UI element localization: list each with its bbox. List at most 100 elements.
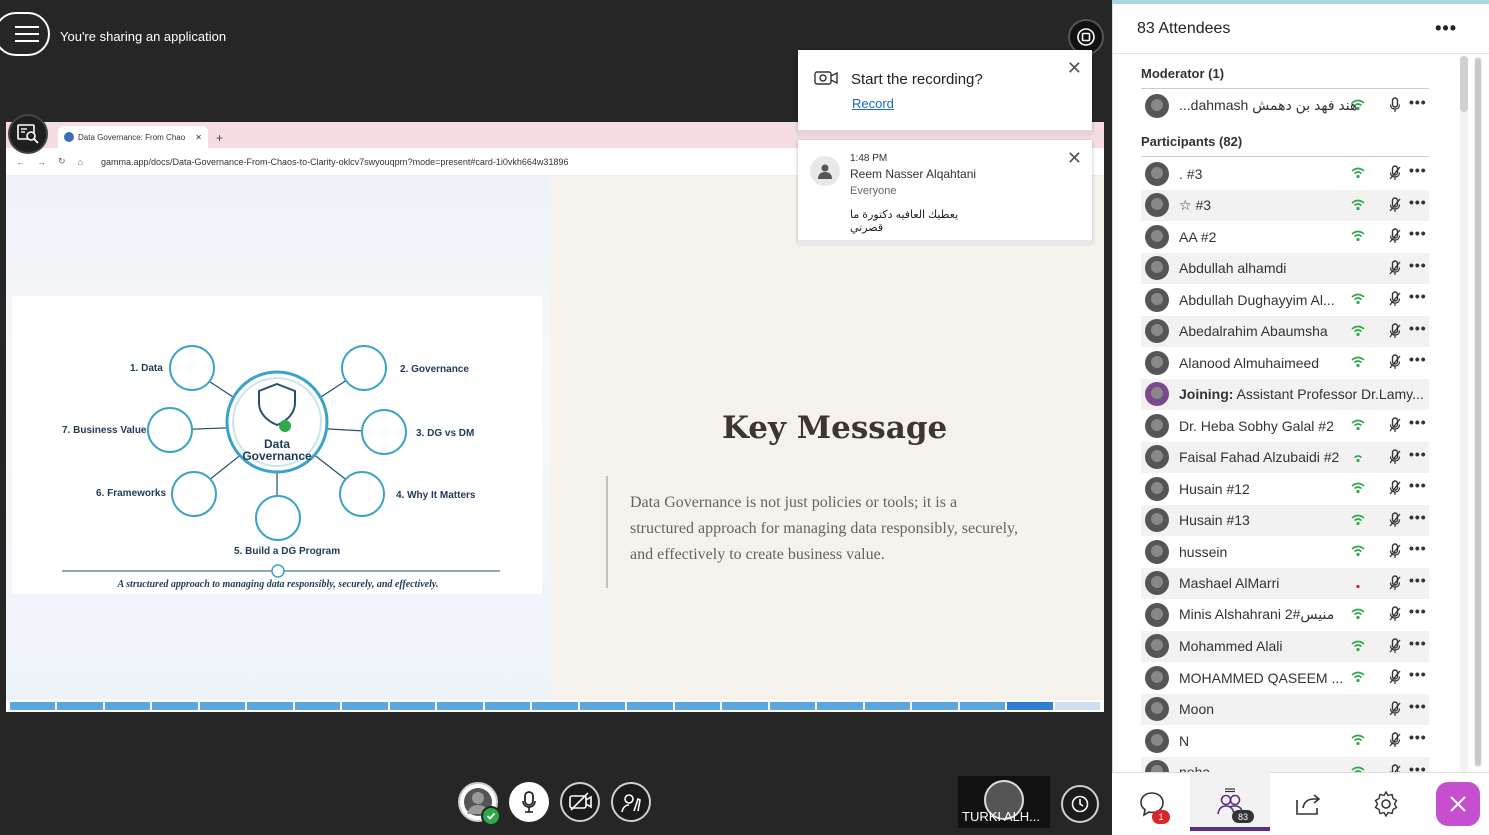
participant-row[interactable]: MOHAMMED QASEEM ... •••	[1141, 662, 1429, 694]
progress-segment[interactable]	[912, 702, 958, 710]
record-link[interactable]: Record	[852, 96, 894, 111]
share-content-tab[interactable]	[1290, 786, 1326, 822]
participant-row[interactable]: Joining: Assistant Professor Dr.Lamy...	[1141, 378, 1429, 410]
attendee-name: Mashael AlMarri	[1179, 575, 1280, 592]
progress-segment[interactable]	[532, 702, 578, 710]
row-more-icon[interactable]: •••	[1409, 162, 1427, 178]
row-more-icon[interactable]: •••	[1409, 288, 1427, 304]
attendee-name: . #3	[1179, 165, 1203, 182]
participant-row[interactable]: N •••	[1141, 725, 1429, 757]
progress-segment[interactable]	[294, 702, 341, 710]
scrollbar-thumb[interactable]	[1460, 56, 1468, 112]
progress-segment[interactable]	[342, 702, 388, 710]
row-more-icon[interactable]: •••	[1409, 194, 1427, 210]
progress-segment[interactable]	[484, 702, 531, 710]
participant-row[interactable]: ☆ #3 •••	[1141, 189, 1429, 221]
row-more-icon[interactable]: •••	[1409, 729, 1427, 745]
row-more-icon[interactable]: •••	[1409, 603, 1427, 619]
participant-row[interactable]: Husain #13 •••	[1141, 504, 1429, 536]
raise-hand-button[interactable]	[611, 782, 651, 822]
participant-row[interactable]: hussein •••	[1141, 536, 1429, 568]
back-icon[interactable]: ←	[16, 157, 25, 167]
progress-segment[interactable]	[674, 702, 721, 710]
panel-scrollbar-outer[interactable]	[1474, 56, 1482, 768]
slide-progress-bar[interactable]	[10, 702, 1101, 710]
participant-row[interactable]: Faisal Fahad Alzubaidi #2 •••	[1141, 441, 1429, 473]
progress-segment[interactable]	[579, 702, 626, 710]
progress-segment[interactable]	[722, 702, 768, 710]
participant-row[interactable]: Dr. Heba Sobhy Galal #2 •••	[1141, 410, 1429, 442]
close-icon[interactable]: ✕	[1067, 148, 1082, 169]
progress-segment[interactable]	[389, 702, 436, 710]
row-more-icon[interactable]: •••	[1409, 540, 1427, 556]
row-more-icon[interactable]: •••	[1409, 509, 1427, 525]
signal-icon	[1351, 640, 1365, 651]
progress-segment[interactable]	[627, 702, 673, 710]
row-more-icon[interactable]: •••	[1409, 635, 1427, 651]
participant-row[interactable]: Abdullah alhamdi •••	[1141, 252, 1429, 284]
close-icon[interactable]: ✕	[1067, 58, 1082, 79]
participant-row[interactable]: Alanood Almuhaimeed •••	[1141, 347, 1429, 379]
inspect-button[interactable]	[8, 114, 48, 154]
menu-button[interactable]	[0, 12, 50, 56]
panel-scrollbar[interactable]	[1460, 56, 1468, 772]
avatar	[1145, 319, 1169, 344]
participant-row[interactable]: noha •••	[1141, 756, 1429, 773]
progress-segment[interactable]	[959, 702, 1006, 710]
participant-row[interactable]: AA #2 •••	[1141, 221, 1429, 253]
progress-segment[interactable]	[152, 702, 198, 710]
participant-row[interactable]: Moon •••	[1141, 693, 1429, 725]
participant-row[interactable]: Abdullah Dughayyim Al... •••	[1141, 284, 1429, 316]
attendee-name: AA #2	[1179, 228, 1217, 245]
participant-row[interactable]: . #3 •••	[1141, 158, 1429, 190]
attendee-name: MOHAMMED QASEEM ...	[1179, 669, 1344, 686]
row-more-icon[interactable]: •••	[1409, 477, 1427, 493]
row-more-icon[interactable]: •••	[1409, 666, 1427, 682]
progress-segment[interactable]	[817, 702, 863, 710]
home-icon[interactable]: ⌂	[78, 157, 83, 167]
row-more-icon[interactable]: •••	[1409, 351, 1427, 367]
progress-segment[interactable]	[769, 702, 816, 710]
progress-segment[interactable]	[10, 702, 56, 710]
participant-row[interactable]: Husain #12 •••	[1141, 473, 1429, 505]
row-more-icon[interactable]: •••	[1409, 225, 1427, 241]
close-tab-icon[interactable]: ✕	[195, 133, 202, 142]
session-timer-button[interactable]	[1061, 785, 1099, 823]
progress-segment[interactable]	[437, 702, 483, 710]
participant-row[interactable]: Mashael AlMarri •••	[1141, 567, 1429, 599]
row-more-icon[interactable]: •••	[1409, 572, 1427, 588]
progress-segment[interactable]	[1007, 702, 1053, 710]
scrollbar-outer-thumb[interactable]	[1475, 58, 1481, 766]
participant-video-tile[interactable]: TURKI ALH...	[958, 776, 1050, 828]
reload-icon[interactable]: ↻	[58, 156, 66, 167]
row-more-icon[interactable]: •••	[1409, 446, 1427, 462]
progress-segment[interactable]	[104, 702, 151, 710]
row-more-icon[interactable]: •••	[1409, 414, 1427, 430]
progress-segment[interactable]	[57, 702, 103, 710]
row-more-icon[interactable]: •••	[1409, 257, 1427, 273]
camera-button[interactable]	[560, 782, 600, 822]
moderator-row[interactable]: هند فهد بن دهمش dahmash... •••	[1141, 90, 1429, 122]
more-options-icon[interactable]: •••	[1435, 18, 1457, 39]
browser-tab[interactable]: Data Governance: From Chao ✕	[58, 126, 208, 148]
signal-icon	[1353, 454, 1363, 462]
infographic-item-6: 6. Frameworks	[96, 488, 166, 499]
progress-segment[interactable]	[247, 702, 293, 710]
participant-row[interactable]: Minis Alshahrani 2#منيس •••	[1141, 599, 1429, 631]
row-more-icon[interactable]: •••	[1409, 761, 1427, 773]
progress-segment[interactable]	[1054, 702, 1101, 710]
participant-row[interactable]: Abedalrahim Abaumsha •••	[1141, 315, 1429, 347]
new-tab-icon[interactable]: +	[216, 131, 223, 145]
row-more-icon[interactable]: •••	[1409, 94, 1427, 110]
row-more-icon[interactable]: •••	[1409, 320, 1427, 336]
progress-segment[interactable]	[864, 702, 911, 710]
participant-row[interactable]: Mohammed Alali •••	[1141, 630, 1429, 662]
progress-segment[interactable]	[199, 702, 246, 710]
settings-tab[interactable]	[1368, 786, 1404, 822]
avatar	[1145, 350, 1169, 375]
url-text[interactable]: gamma.app/docs/Data-Governance-From-Chao…	[101, 157, 568, 167]
row-more-icon[interactable]: •••	[1409, 698, 1427, 714]
close-panel-button[interactable]	[1436, 782, 1480, 826]
microphone-button[interactable]	[509, 782, 549, 822]
forward-icon[interactable]: →	[37, 157, 46, 167]
